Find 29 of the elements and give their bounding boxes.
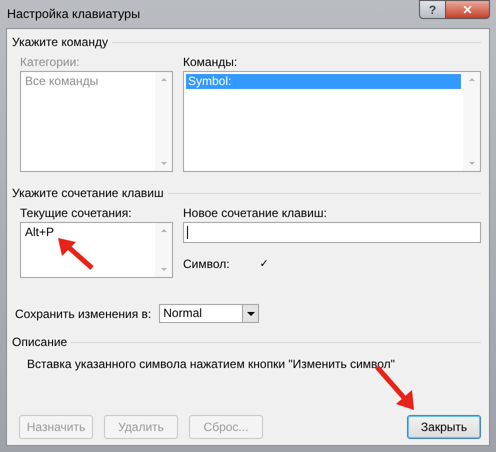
dropdown-caret-icon (246, 312, 255, 316)
list-label: Категории: (20, 55, 81, 69)
list-item[interactable]: Alt+P (23, 225, 153, 240)
window-title: Настройка клавиатуры (6, 7, 140, 21)
scroll-up-icon[interactable] (468, 78, 474, 81)
field-label: Новое сочетание клавиш: (183, 206, 328, 220)
symbol-label: Символ: (183, 257, 230, 271)
scroll-up-icon[interactable] (160, 229, 166, 232)
scroll-down-icon[interactable] (160, 162, 166, 165)
list-box[interactable]: Symbol: (183, 71, 481, 172)
template-dropdown[interactable]: Normal (159, 304, 260, 323)
list-label: Команды: (183, 55, 238, 69)
pointer-arrow (56, 236, 96, 272)
save-label: Сохранить изменения в: (15, 306, 152, 320)
dialog-button[interactable]: Закрыть (407, 415, 481, 439)
group-title: Описание (12, 335, 68, 349)
list-label: Текущие сочетания: (20, 206, 133, 220)
scroll-down-icon[interactable] (468, 162, 474, 165)
symbol-value: ✓ (260, 257, 269, 271)
group-title: Укажите сочетание клавиш (12, 186, 164, 200)
group-title: Укажите команду (12, 35, 108, 49)
description-text: Вставка указанного символа нажатием кнопки "Изменить символ" (26, 357, 396, 371)
list-item[interactable]: Symbol: (186, 74, 461, 89)
close-button[interactable]: ✕ (446, 0, 490, 19)
list-box[interactable]: Alt+P (20, 222, 173, 278)
shortcut-input-field[interactable] (183, 222, 481, 243)
scroll-down-icon[interactable] (160, 268, 166, 271)
scroll-up-icon[interactable] (160, 78, 166, 81)
help-button[interactable]: ? (419, 0, 446, 19)
